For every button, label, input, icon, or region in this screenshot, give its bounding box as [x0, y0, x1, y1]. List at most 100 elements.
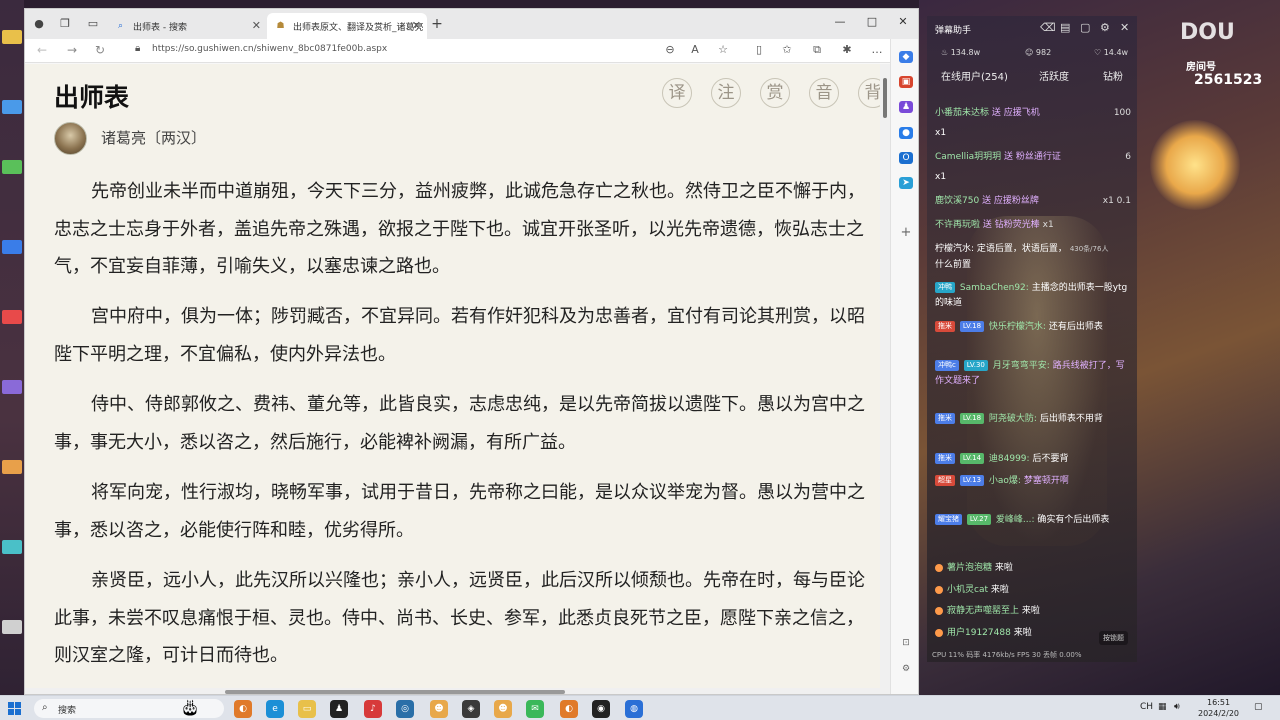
desktop-app-icon[interactable] [2, 620, 22, 634]
tab-search[interactable]: ⌕ 出师表 - 搜索 ✕ [107, 13, 267, 39]
favorite-star-icon[interactable]: ☆ [715, 43, 731, 56]
desktop-app-icon[interactable] [2, 160, 22, 174]
sidebar-add-icon[interactable]: + [899, 226, 913, 239]
app-cyan-icon[interactable]: ◍ [625, 700, 643, 718]
network-icon[interactable]: ▦ [1158, 702, 1167, 712]
author-avatar[interactable] [54, 122, 87, 155]
article-paragraph: 将军向宠，性行淑均，晓畅军事，试用于昔日，先帝称之曰能，是以众议举宠为督。愚以为… [54, 482, 865, 541]
sidebar-m365-icon[interactable]: ● [899, 127, 913, 139]
back-icon[interactable]: ← [33, 43, 51, 57]
app-orange-icon[interactable]: ◐ [560, 700, 578, 718]
enter-dot-icon [935, 628, 943, 637]
window-close-icon[interactable]: ✕ [888, 15, 918, 28]
scrollbar-thumb[interactable] [883, 78, 887, 118]
tab-actions-icon[interactable]: ▭ [85, 17, 101, 31]
sidebar-outlook-icon[interactable]: O [899, 152, 913, 164]
desktop-app-icon[interactable] [2, 30, 22, 44]
sidebar-hide-icon[interactable]: ⊡ [899, 637, 913, 649]
app-dark-icon[interactable]: ◈ [462, 700, 480, 718]
windows-start-icon[interactable] [8, 702, 21, 715]
desktop-app-icon[interactable] [2, 460, 22, 474]
minimize-icon[interactable]: — [825, 15, 855, 28]
new-tab-icon[interactable]: + [429, 17, 445, 31]
address-bar: ← → ↻ 🔒︎ https://so.gushiwen.cn/shiwenv_… [25, 39, 918, 63]
chat-text: 还有后出师表 [1048, 322, 1103, 332]
sidebar-send-icon[interactable]: ➤ [899, 177, 913, 189]
read-aloud-icon[interactable]: A [687, 43, 703, 56]
lock-icon[interactable]: ▢ [1080, 21, 1090, 34]
refresh-icon[interactable]: ↻ [91, 43, 109, 57]
danmu-panel: 弹幕助手 ⌫ ▤ ▢ ⚙ ✕ ♨ 134.8w ☺ 982 ♡ 14.4w 在线… [927, 16, 1137, 662]
sidebar-tools-icon[interactable]: ♟ [899, 101, 913, 113]
close-icon[interactable]: ✕ [1120, 21, 1129, 34]
app-browser-icon[interactable]: ◐ [234, 700, 252, 718]
copy-icon[interactable]: ▤ [1060, 21, 1070, 34]
close-icon[interactable]: ✕ [412, 19, 421, 32]
file-explorer-icon[interactable]: ▭ [298, 700, 316, 718]
profile-icon[interactable]: ● [31, 17, 47, 31]
gift-user: 鹿饮溪750 [935, 196, 980, 206]
favorites-icon[interactable]: ✩ [779, 43, 795, 56]
settings-icon[interactable]: ⚙ [1100, 21, 1110, 34]
app-blue-icon[interactable]: ◎ [396, 700, 414, 718]
sidebar-search-icon[interactable]: ◆ [899, 51, 913, 63]
lamp-decoration [1150, 120, 1240, 210]
system-clock[interactable]: 16:51 2024/2/20 [1198, 697, 1239, 719]
edge-icon[interactable]: e [266, 700, 284, 718]
tab-diamond-fans[interactable]: 钻粉 [1103, 68, 1123, 83]
sidebar-shopping-icon[interactable]: ▣ [899, 76, 913, 88]
horizontal-scrollbar[interactable] [25, 688, 880, 694]
forward-icon[interactable]: → [63, 43, 81, 57]
notification-icon[interactable]: ▢ [1254, 702, 1263, 712]
desktop-app-icon[interactable] [2, 310, 22, 324]
volume-icon[interactable]: 🔊︎ [1174, 702, 1180, 712]
hot-number: 134.8w [950, 48, 981, 57]
stream-stats: CPU 11% 码率 4176kb/s FPS 30 丢帧 0.00% [932, 651, 1082, 659]
netease-music-icon[interactable]: ♪ [364, 700, 382, 718]
chat-user: 快乐柠檬汽水: [988, 322, 1046, 332]
recite-button[interactable]: 背 [858, 78, 880, 108]
search-icon: ⌕ [42, 702, 48, 713]
lock-icon[interactable]: 🔒︎ [135, 43, 140, 54]
tab-article[interactable]: ☗ 出师表原文、翻译及赏析_诸葛亮 ✕ [267, 13, 427, 39]
maximize-icon[interactable]: □ [857, 15, 887, 28]
clock-date: 2024/2/20 [1198, 709, 1240, 718]
split-screen-icon[interactable]: ▯ [751, 43, 767, 56]
wechat-icon[interactable]: ✉ [526, 700, 544, 718]
extensions-icon[interactable]: ✱ [839, 43, 855, 56]
app-penguin-icon[interactable]: ♟ [330, 700, 348, 718]
vertical-scrollbar[interactable] [880, 64, 890, 694]
cake-icon[interactable]: 🎂︎ [180, 698, 200, 717]
desktop-app-icon[interactable] [2, 380, 22, 394]
close-icon[interactable]: ✕ [252, 19, 261, 32]
workspaces-icon[interactable]: ❐ [57, 17, 73, 31]
annotation-button[interactable]: 注 [711, 78, 741, 108]
url-field[interactable]: https://so.gushiwen.cn/shiwenv_8bc0871fe… [152, 44, 387, 54]
desktop-app-icon[interactable] [2, 100, 22, 114]
fan-badge: 超星 [935, 475, 955, 486]
tab-online-users[interactable]: 在线用户(254) [941, 68, 1008, 83]
lock-topic-button[interactable]: 按锁题 [1099, 631, 1128, 645]
fans-number: 982 [1035, 48, 1052, 57]
more-icon[interactable]: … [869, 43, 885, 56]
zoom-icon[interactable]: ⊖ [662, 43, 678, 56]
app-mascot2-icon[interactable]: ☻ [494, 700, 512, 718]
scrollbar-thumb[interactable] [225, 690, 565, 694]
input-method-icon[interactable]: CH [1140, 702, 1153, 712]
obs-icon[interactable]: ◉ [592, 700, 610, 718]
sidebar-settings-icon[interactable]: ⚙ [899, 663, 913, 675]
tab-bar: ● ❐ ▭ ⌕ 出师表 - 搜索 ✕ ☗ 出师表原文、翻译及赏析_诸葛亮 ✕ +… [25, 9, 918, 39]
app-mascot-icon[interactable]: ☻ [430, 700, 448, 718]
level-badge: LV.14 [959, 453, 985, 464]
clear-icon[interactable]: ⌫ [1040, 21, 1056, 34]
desktop-app-icon[interactable] [2, 240, 22, 254]
audio-button[interactable]: 音 [809, 78, 839, 108]
tab-activity[interactable]: 活跃度 [1039, 68, 1069, 83]
appreciation-button[interactable]: 赏 [760, 78, 790, 108]
fan-badge: 耀宝猪 [935, 514, 962, 525]
translate-button[interactable]: 译 [662, 78, 692, 108]
author-name[interactable]: 诸葛亮〔两汉〕 [101, 127, 206, 148]
gift-count: x1 [1042, 220, 1054, 230]
desktop-app-icon[interactable] [2, 540, 22, 554]
collections-icon[interactable]: ⧉ [809, 43, 825, 57]
